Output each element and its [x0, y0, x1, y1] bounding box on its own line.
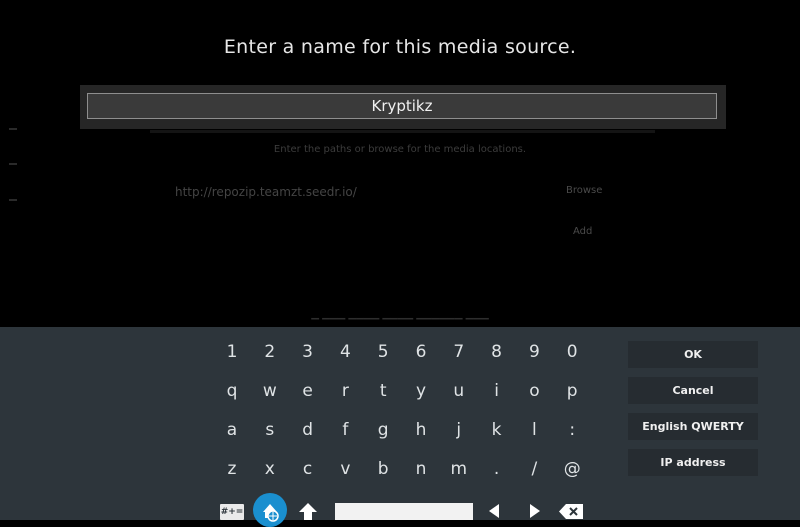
key-k[interactable]: k: [478, 413, 516, 447]
key-g[interactable]: g: [364, 413, 402, 447]
background-hint: Enter the paths or browse for the media …: [273, 144, 527, 155]
key-f[interactable]: f: [326, 413, 364, 447]
left-arrow-icon[interactable]: [487, 503, 501, 523]
key-p[interactable]: p: [553, 374, 591, 408]
key-colon[interactable]: :: [553, 413, 591, 447]
cancel-button[interactable]: Cancel: [628, 377, 758, 404]
name-input-container: Kryptikz: [80, 85, 726, 129]
key-l[interactable]: l: [515, 413, 553, 447]
key-slash[interactable]: /: [515, 452, 553, 486]
key-n[interactable]: n: [402, 452, 440, 486]
key-i[interactable]: i: [478, 374, 516, 408]
shift-icon[interactable]: [298, 502, 318, 524]
key-d[interactable]: d: [289, 413, 327, 447]
key-x[interactable]: x: [251, 452, 289, 486]
layout-button[interactable]: English QWERTY: [628, 413, 758, 440]
dialog-title: Enter a name for this media source.: [223, 36, 577, 58]
key-w[interactable]: w: [251, 374, 289, 408]
side-marker: [9, 163, 17, 165]
key-3[interactable]: 3: [289, 335, 327, 369]
key-dot[interactable]: .: [478, 452, 516, 486]
key-at[interactable]: @: [553, 452, 591, 486]
key-h[interactable]: h: [402, 413, 440, 447]
side-marker: [9, 199, 17, 201]
ok-button[interactable]: OK: [628, 341, 758, 368]
key-7[interactable]: 7: [440, 335, 478, 369]
background-path: http://repozip.teamzt.seedr.io/: [175, 185, 357, 199]
key-y[interactable]: y: [402, 374, 440, 408]
key-4[interactable]: 4: [326, 335, 364, 369]
key-v[interactable]: v: [326, 452, 364, 486]
side-marker: [9, 128, 17, 130]
key-2[interactable]: 2: [251, 335, 289, 369]
key-5[interactable]: 5: [364, 335, 402, 369]
key-o[interactable]: o: [515, 374, 553, 408]
backspace-icon[interactable]: [558, 503, 584, 524]
background-footer: ▁ ▁▁▁ ▁▁▁▁ ▁▁▁▁ ▁▁▁▁▁▁ ▁▁▁: [311, 309, 489, 320]
key-9[interactable]: 9: [515, 335, 553, 369]
background-browse: Browse: [566, 185, 603, 196]
key-t[interactable]: t: [364, 374, 402, 408]
key-6[interactable]: 6: [402, 335, 440, 369]
key-z[interactable]: z: [213, 452, 251, 486]
ip-address-button[interactable]: IP address: [628, 449, 758, 476]
key-1[interactable]: 1: [213, 335, 251, 369]
key-0[interactable]: 0: [553, 335, 591, 369]
key-s[interactable]: s: [251, 413, 289, 447]
key-u[interactable]: u: [440, 374, 478, 408]
key-q[interactable]: q: [213, 374, 251, 408]
key-b[interactable]: b: [364, 452, 402, 486]
symbols-key[interactable]: #+=: [220, 504, 244, 520]
globe-icon[interactable]: [253, 493, 287, 527]
background-divider: [150, 130, 655, 133]
key-m[interactable]: m: [440, 452, 478, 486]
key-e[interactable]: e: [289, 374, 327, 408]
key-c[interactable]: c: [289, 452, 327, 486]
space-key[interactable]: [335, 503, 473, 520]
key-a[interactable]: a: [213, 413, 251, 447]
right-arrow-icon[interactable]: [528, 503, 542, 523]
key-r[interactable]: r: [326, 374, 364, 408]
background-add: Add: [573, 226, 593, 237]
key-j[interactable]: j: [440, 413, 478, 447]
name-input[interactable]: Kryptikz: [87, 93, 717, 119]
key-8[interactable]: 8: [478, 335, 516, 369]
